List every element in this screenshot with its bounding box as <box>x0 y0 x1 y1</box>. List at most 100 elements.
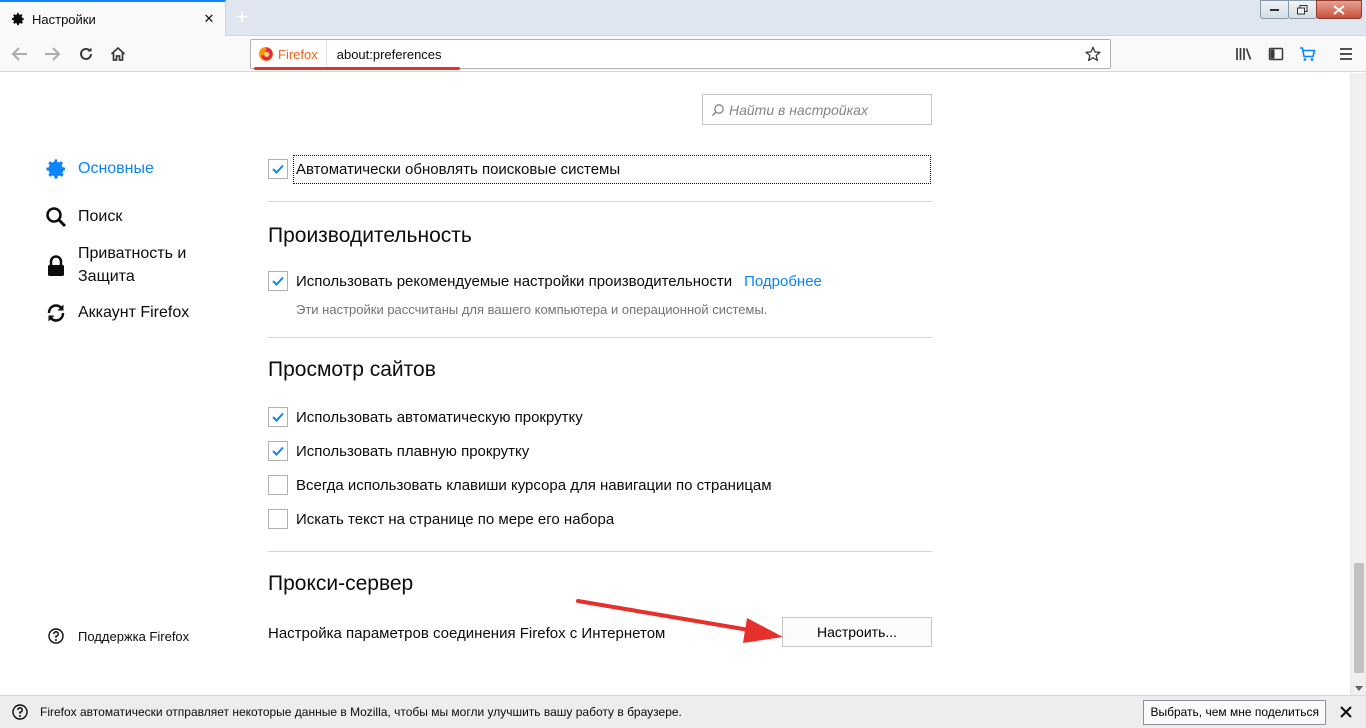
checkmark-icon <box>272 276 284 286</box>
proxy-description: Настройка параметров соединения Firefox … <box>268 625 666 642</box>
search-icon <box>711 103 724 116</box>
search-icon <box>44 205 68 229</box>
sidebar-item-firefox-account[interactable]: Аккаунт Firefox <box>44 301 189 325</box>
checkmark-icon <box>272 412 284 422</box>
smooth-scroll-option[interactable]: Использовать плавную прокрутку <box>268 441 529 461</box>
checkbox-unchecked[interactable] <box>268 475 288 495</box>
option-label: Всегда использовать клавиши курсора для … <box>296 476 772 494</box>
chevron-down-icon <box>1355 685 1363 691</box>
maximize-button[interactable] <box>1288 0 1317 19</box>
reload-button[interactable] <box>72 40 100 68</box>
checkbox-checked[interactable] <box>268 407 288 427</box>
caret-browsing-option[interactable]: Всегда использовать клавиши курсора для … <box>268 475 772 495</box>
plus-icon: + <box>235 4 249 29</box>
section-title-performance: Производительность <box>268 224 472 247</box>
proxy-settings-button[interactable]: Настроить... <box>782 617 932 647</box>
restore-icon <box>1297 4 1308 14</box>
hamburger-menu-icon <box>1340 48 1352 60</box>
url-text[interactable]: about:preferences <box>337 47 1080 62</box>
lock-icon <box>44 254 68 278</box>
bookmark-star-button[interactable] <box>1080 41 1106 67</box>
checkbox-unchecked[interactable] <box>268 509 288 529</box>
close-icon <box>1340 706 1352 718</box>
identity-label: Firefox <box>278 46 318 62</box>
cart-icon <box>1300 47 1316 61</box>
help-icon <box>12 704 28 720</box>
checkmark-icon <box>272 164 284 174</box>
preferences-search[interactable] <box>702 94 932 125</box>
new-tab-button[interactable]: + <box>230 5 254 29</box>
back-button[interactable] <box>6 40 34 68</box>
vertical-scrollbar[interactable] <box>1350 73 1366 695</box>
window-controls <box>1260 0 1362 19</box>
section-title-browsing: Просмотр сайтов <box>268 358 436 381</box>
scrollbar-thumb[interactable] <box>1354 563 1364 673</box>
sidebar-item-label: Поиск <box>78 208 123 225</box>
home-button[interactable] <box>104 40 132 68</box>
option-label: Использовать плавную прокрутку <box>296 442 530 460</box>
auto-update-search-option[interactable]: Автоматически обновлять поисковые систем… <box>268 159 620 179</box>
checkbox-checked[interactable] <box>268 271 288 291</box>
minimize-icon <box>1269 8 1279 11</box>
gear-icon <box>10 11 26 27</box>
sidebar-item-label: Приватность и Защита <box>78 245 187 285</box>
sidebar-item-label: Аккаунт Firefox <box>78 304 190 321</box>
choose-what-to-share-button[interactable]: Выбрать, чем мне поделиться <box>1143 699 1326 725</box>
support-link[interactable]: Поддержка Firefox <box>48 628 189 644</box>
learn-more-link[interactable]: Подробнее <box>744 273 822 290</box>
shopping-button[interactable] <box>1294 40 1322 68</box>
home-icon <box>110 46 126 61</box>
search-input[interactable] <box>729 101 919 118</box>
firefox-logo-icon <box>259 47 273 61</box>
sidebar-icon <box>1268 47 1284 61</box>
autoscroll-option[interactable]: Использовать автоматическую прокрутку <box>268 407 583 427</box>
sidebar-item-search[interactable]: Поиск <box>44 205 122 229</box>
tab-title: Настройки <box>32 11 96 27</box>
section-divider <box>268 201 932 202</box>
sidebar-toggle-button[interactable] <box>1262 40 1290 68</box>
sidebar-item-privacy[interactable]: Приватность и Защита <box>44 242 204 288</box>
url-bar[interactable]: Firefox about:preferences <box>250 39 1111 69</box>
tab-strip: Настройки ✕ + <box>0 0 1366 36</box>
performance-note: Эти настройки рассчитаны для вашего комп… <box>296 302 768 317</box>
notification-text: Firefox автоматически отправляет некотор… <box>40 705 682 719</box>
arrow-right-icon <box>45 47 61 61</box>
sidebar-item-general[interactable]: Основные <box>44 157 154 181</box>
recommended-performance-option[interactable]: Использовать рекомендуемые настройки про… <box>268 271 822 291</box>
forward-button[interactable] <box>38 40 66 68</box>
menu-button[interactable] <box>1332 40 1360 68</box>
sidebar-item-label: Основные <box>78 160 154 177</box>
option-label: Автоматически обновлять поисковые систем… <box>296 160 621 178</box>
option-label: Использовать рекомендуемые настройки про… <box>296 272 733 290</box>
section-divider <box>268 551 932 552</box>
notification-close-button[interactable] <box>1336 702 1356 722</box>
reload-icon <box>80 47 92 60</box>
support-label: Поддержка Firefox <box>78 628 190 644</box>
close-icon <box>1333 4 1345 15</box>
checkmark-icon <box>272 446 284 456</box>
arrow-left-icon <box>11 47 27 61</box>
scroll-down-arrow[interactable] <box>1351 681 1366 695</box>
checkbox-checked[interactable] <box>268 159 288 179</box>
library-button[interactable] <box>1230 40 1258 68</box>
checkbox-checked[interactable] <box>268 441 288 461</box>
find-as-you-type-option[interactable]: Искать текст на странице по мере его наб… <box>268 509 614 529</box>
url-annotation-underline <box>254 67 460 70</box>
window-close-button[interactable] <box>1316 0 1362 19</box>
identity-box[interactable]: Firefox <box>251 40 327 68</box>
library-icon <box>1236 48 1252 60</box>
star-icon <box>1085 46 1101 62</box>
option-label: Использовать автоматическую прокрутку <box>296 408 583 426</box>
preferences-content: Основные Поиск Приватность и Защита Акка… <box>0 73 1350 695</box>
navigation-toolbar: Firefox about:preferences <box>0 36 1366 72</box>
section-divider <box>268 337 932 338</box>
sync-icon <box>44 301 68 325</box>
section-title-proxy: Прокси-сервер <box>268 572 414 595</box>
data-reporting-notification: Firefox автоматически отправляет некотор… <box>0 695 1366 728</box>
tab-settings[interactable]: Настройки ✕ <box>0 0 226 36</box>
help-icon <box>48 628 64 644</box>
minimize-button[interactable] <box>1260 0 1289 19</box>
gear-icon <box>44 157 68 181</box>
option-label: Искать текст на странице по мере его наб… <box>296 510 615 528</box>
close-icon[interactable]: ✕ <box>199 9 219 29</box>
